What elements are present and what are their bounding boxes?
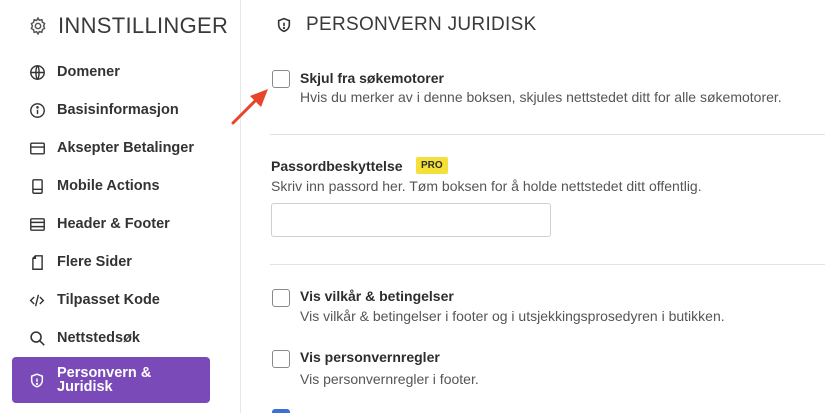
sidebar-item-nettstedsok[interactable]: Nettstedsøk — [12, 323, 210, 353]
hide-search-title: Skjul fra søkemotorer — [300, 70, 444, 86]
sidebar-item-label: Mobile Actions — [57, 178, 160, 194]
sidebar-item-label: Header & Footer — [57, 216, 170, 232]
terms-title: Vis vilkår & betingelser — [300, 288, 454, 304]
sidebar-item-personvern-juridisk[interactable]: Personvern & Juridisk — [12, 357, 210, 403]
sidebar-item-tilpasset-kode[interactable]: Tilpasset Kode — [12, 285, 210, 315]
divider — [270, 264, 825, 265]
code-icon — [28, 291, 46, 309]
sidebar-header: INNSTILLINGER — [28, 12, 228, 40]
globe-icon — [28, 63, 46, 81]
pointer-arrow-icon — [231, 89, 268, 125]
sidebar-item-label: Personvern & Juridisk — [57, 365, 152, 395]
sidebar-item-label: Basisinformasjon — [57, 102, 179, 118]
terms-description: Vis vilkår & betingelser i footer og i u… — [300, 308, 725, 324]
divider — [270, 134, 825, 135]
password-description: Skriv inn passord her. Tøm boksen for å … — [271, 178, 702, 194]
privacy-title: Vis personvernregler — [300, 349, 440, 365]
password-title: Passordbeskyttelse — [271, 158, 403, 174]
pages-icon — [28, 253, 46, 271]
main-panel: PERSONVERN JURIDISK Skjul fra søkemotore… — [242, 0, 825, 413]
next-checkbox[interactable] — [272, 409, 290, 413]
sidebar-item-label: Nettstedsøk — [57, 330, 140, 346]
hide-search-description: Hvis du merker av i denne boksen, skjule… — [300, 89, 782, 105]
sidebar-item-label: Aksepter Betalinger — [57, 140, 194, 156]
shield-icon — [276, 17, 292, 33]
sidebar: INNSTILLINGER Domener Basisinformasjon A… — [0, 0, 241, 413]
pro-badge: PRO — [416, 157, 448, 174]
settings-page: INNSTILLINGER Domener Basisinformasjon A… — [0, 0, 825, 413]
page-title: PERSONVERN JURIDISK — [306, 14, 537, 35]
layout-icon — [28, 215, 46, 233]
info-icon — [28, 101, 46, 119]
sidebar-item-mobile-actions[interactable]: Mobile Actions — [12, 171, 210, 201]
search-icon — [28, 329, 46, 347]
sidebar-title: INNSTILLINGER — [58, 13, 229, 38]
shield-icon — [28, 371, 46, 389]
sidebar-item-label: Domener — [57, 64, 120, 80]
hide-search-checkbox[interactable] — [272, 70, 290, 88]
password-input[interactable] — [271, 203, 551, 237]
sidebar-item-domener[interactable]: Domener — [12, 57, 210, 87]
sidebar-item-basisinformasjon[interactable]: Basisinformasjon — [12, 95, 210, 125]
terms-checkbox[interactable] — [272, 289, 290, 307]
privacy-description: Vis personvernregler i footer. — [300, 371, 479, 387]
privacy-checkbox[interactable] — [272, 350, 290, 368]
sidebar-item-label: Tilpasset Kode — [57, 292, 160, 308]
gear-icon — [28, 16, 48, 36]
sidebar-item-label: Flere Sider — [57, 254, 132, 270]
sidebar-item-flere-sider[interactable]: Flere Sider — [12, 247, 210, 277]
sidebar-item-aksepter-betalinger[interactable]: Aksepter Betalinger — [12, 133, 210, 163]
page-header: PERSONVERN JURIDISK — [276, 12, 537, 38]
credit-card-icon — [28, 139, 46, 157]
mobile-icon — [28, 177, 46, 195]
sidebar-item-header-footer[interactable]: Header & Footer — [12, 209, 210, 239]
